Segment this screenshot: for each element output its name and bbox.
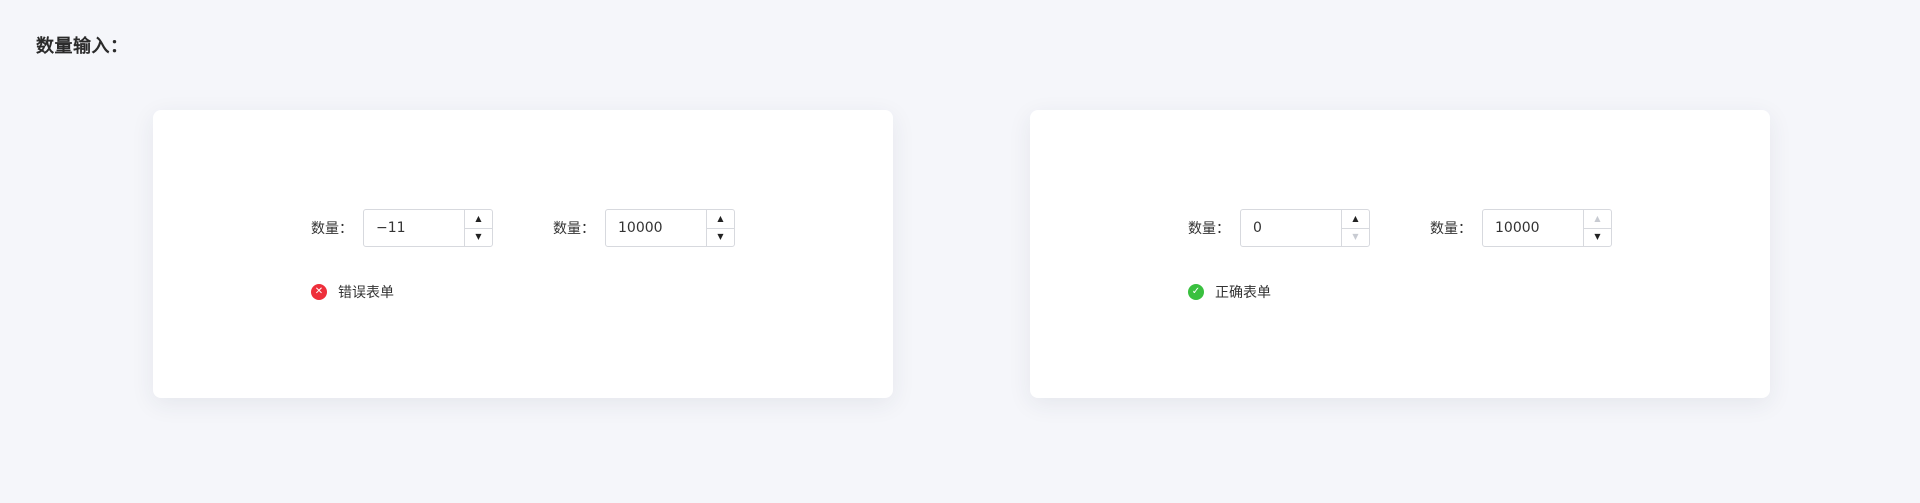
stepper-buttons: ▲ ▼ — [464, 210, 492, 246]
quantity-stepper: ▲ ▼ — [363, 209, 493, 247]
quantity-field: 数量： ▲ ▼ — [1188, 209, 1370, 247]
triangle-down-icon: ▼ — [1352, 232, 1359, 242]
status-message: ✓ 正确表单 — [1188, 282, 1271, 302]
quantity-row: 数量： ▲ ▼ 数量： ▲ ▼ — [1188, 208, 1612, 248]
triangle-up-icon: ▲ — [717, 213, 724, 223]
decrement-button[interactable]: ▼ — [1342, 229, 1369, 247]
status-text: 正确表单 — [1215, 285, 1271, 301]
check-icon: ✓ — [1188, 284, 1204, 300]
triangle-up-icon: ▲ — [1352, 213, 1359, 223]
quantity-label: 数量： — [553, 221, 595, 237]
decrement-button[interactable]: ▼ — [465, 229, 492, 247]
triangle-up-icon: ▲ — [475, 213, 482, 223]
triangle-down-icon: ▼ — [475, 232, 482, 242]
stepper-buttons: ▲ ▼ — [706, 210, 734, 246]
increment-button[interactable]: ▲ — [1584, 210, 1611, 229]
stepper-buttons: ▲ ▼ — [1341, 210, 1369, 246]
increment-button[interactable]: ▲ — [1342, 210, 1369, 229]
quantity-input[interactable] — [606, 210, 706, 246]
quantity-field: 数量： ▲ ▼ — [1430, 209, 1612, 247]
increment-button[interactable]: ▲ — [707, 210, 734, 229]
page-title: 数量输入： — [36, 36, 129, 57]
quantity-stepper: ▲ ▼ — [1240, 209, 1370, 247]
quantity-field: 数量： ▲ ▼ — [311, 209, 493, 247]
quantity-stepper: ▲ ▼ — [1482, 209, 1612, 247]
decrement-button[interactable]: ▼ — [707, 229, 734, 247]
triangle-up-icon: ▲ — [1594, 213, 1601, 223]
quantity-stepper: ▲ ▼ — [605, 209, 735, 247]
decrement-button[interactable]: ▼ — [1584, 229, 1611, 247]
triangle-down-icon: ▼ — [1594, 232, 1601, 242]
status-message: ✕ 错误表单 — [311, 282, 394, 302]
error-form-card: 数量： ▲ ▼ 数量： ▲ ▼ ✕ 错误表单 — [153, 110, 893, 398]
stepper-buttons: ▲ ▼ — [1583, 210, 1611, 246]
quantity-label: 数量： — [1430, 221, 1472, 237]
increment-button[interactable]: ▲ — [465, 210, 492, 229]
quantity-input[interactable] — [1483, 210, 1583, 246]
status-text: 错误表单 — [338, 285, 394, 301]
close-icon: ✕ — [311, 284, 327, 300]
success-form-card: 数量： ▲ ▼ 数量： ▲ ▼ ✓ 正确表单 — [1030, 110, 1770, 398]
quantity-input[interactable] — [1241, 210, 1341, 246]
quantity-label: 数量： — [1188, 221, 1230, 237]
quantity-field: 数量： ▲ ▼ — [553, 209, 735, 247]
quantity-row: 数量： ▲ ▼ 数量： ▲ ▼ — [311, 208, 735, 248]
triangle-down-icon: ▼ — [717, 232, 724, 242]
quantity-input[interactable] — [364, 210, 464, 246]
quantity-label: 数量： — [311, 221, 353, 237]
